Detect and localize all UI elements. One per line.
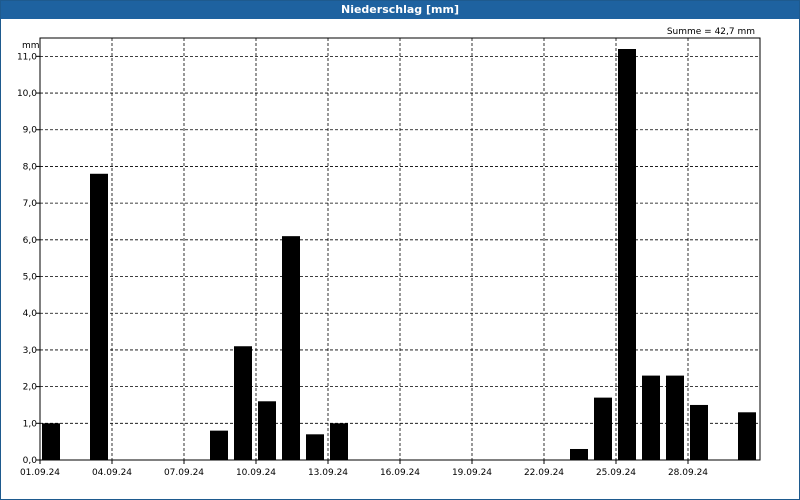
bar [618,49,636,460]
y-tick-label: 5,0 [23,273,38,283]
x-tick-label: 22.09.24 [524,468,564,478]
bar [690,404,708,460]
bar [330,423,348,460]
x-tick-label: 13.09.24 [308,468,348,478]
y-axis-ticks: 0,0 1,0 2,0 3,0 4,0 5,0 6,0 7,0 8,0 9,0 10,0 11,0 [17,52,40,466]
y-tick-label: 0,0 [23,456,38,466]
x-tick-label: 07.09.24 [164,468,204,478]
y-tick-label: 11,0 [17,52,37,62]
y-tick-label: 3,0 [23,346,38,356]
bar [594,397,612,460]
precipitation-chart: 0,0 1,0 2,0 3,0 4,0 5,0 6,0 7,0 8,0 9,0 10,0 11,0 0… [17,27,761,478]
bar [666,375,684,460]
bar [42,423,60,460]
y-tick-label: 9,0 [23,126,38,136]
y-tick-label: 8,0 [23,162,38,172]
x-tick-label: 16.09.24 [380,468,420,478]
x-axis-ticks: 01.09.24 04.09.24 07.09.24 10.09.24 13.09.24… [20,460,708,478]
x-tick-label: 25.09.24 [596,468,636,478]
y-tick-label: 6,0 [23,236,38,246]
y-axis-unit: mm [22,41,40,51]
y-tick-label: 2,0 [23,383,38,393]
x-tick-label: 28.09.24 [668,468,708,478]
x-tick-label: 10.09.24 [236,468,276,478]
bar [570,448,588,460]
y-tick-label: 7,0 [23,199,38,209]
bar [90,173,108,460]
bar [642,375,660,460]
bar [210,430,228,460]
x-tick-label: 04.09.24 [92,468,132,478]
y-tick-label: 10,0 [17,89,37,99]
bar [234,346,252,460]
x-tick-label: 01.09.24 [20,468,60,478]
bar [282,236,300,460]
x-tick-label: 19.09.24 [452,468,492,478]
bar [258,401,276,460]
bars [42,49,756,460]
bar [738,412,756,460]
sum-annotation: Summe = 42,7 mm [667,27,755,37]
y-tick-label: 1,0 [23,419,38,429]
bar [306,434,324,460]
y-tick-label: 4,0 [23,309,38,319]
